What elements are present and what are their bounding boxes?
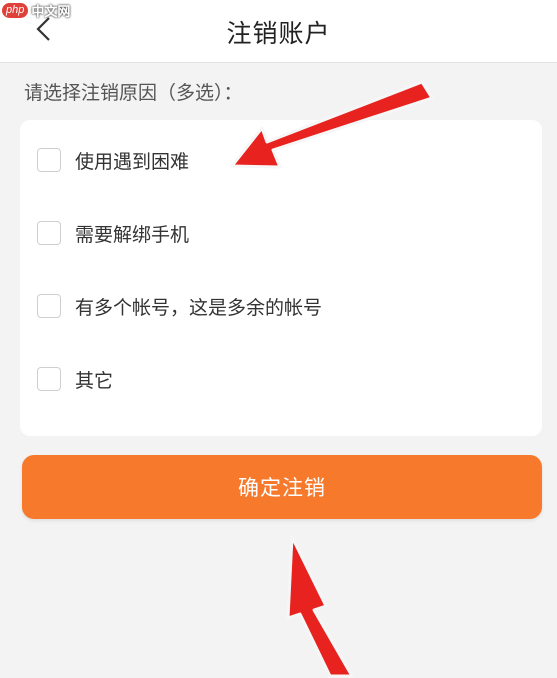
confirm-cancel-account-button[interactable]: 确定注销 (22, 455, 542, 519)
watermark-site: 中文网 (31, 4, 71, 20)
option-other[interactable]: 其它 (37, 364, 113, 394)
checkbox[interactable] (37, 294, 61, 318)
arrow-icon (286, 535, 354, 678)
option-label: 需要解绑手机 (75, 223, 190, 246)
checkbox[interactable] (37, 148, 61, 172)
option-difficulty[interactable]: 使用遇到困难 (37, 145, 189, 175)
reason-prompt: 请选择注销原因（多选）： (24, 82, 243, 104)
top-bar: 注销账户 php 中文网 (0, 0, 557, 63)
option-label: 其它 (75, 369, 114, 392)
option-unbind-phone[interactable]: 需要解绑手机 (37, 218, 189, 248)
watermark-logo: php 中文网 (0, 0, 90, 20)
watermark-php: php (2, 2, 29, 18)
option-label: 有多个帐号，这是多余的帐号 (75, 296, 323, 319)
option-extra-account[interactable]: 有多个帐号，这是多余的帐号 (37, 291, 322, 321)
checkbox[interactable] (37, 221, 61, 245)
reason-options-card: 使用遇到困难 需要解绑手机 有多个帐号，这是多余的帐号 其它 (20, 120, 542, 436)
checkbox[interactable] (37, 367, 61, 391)
option-label: 使用遇到困难 (75, 150, 190, 173)
